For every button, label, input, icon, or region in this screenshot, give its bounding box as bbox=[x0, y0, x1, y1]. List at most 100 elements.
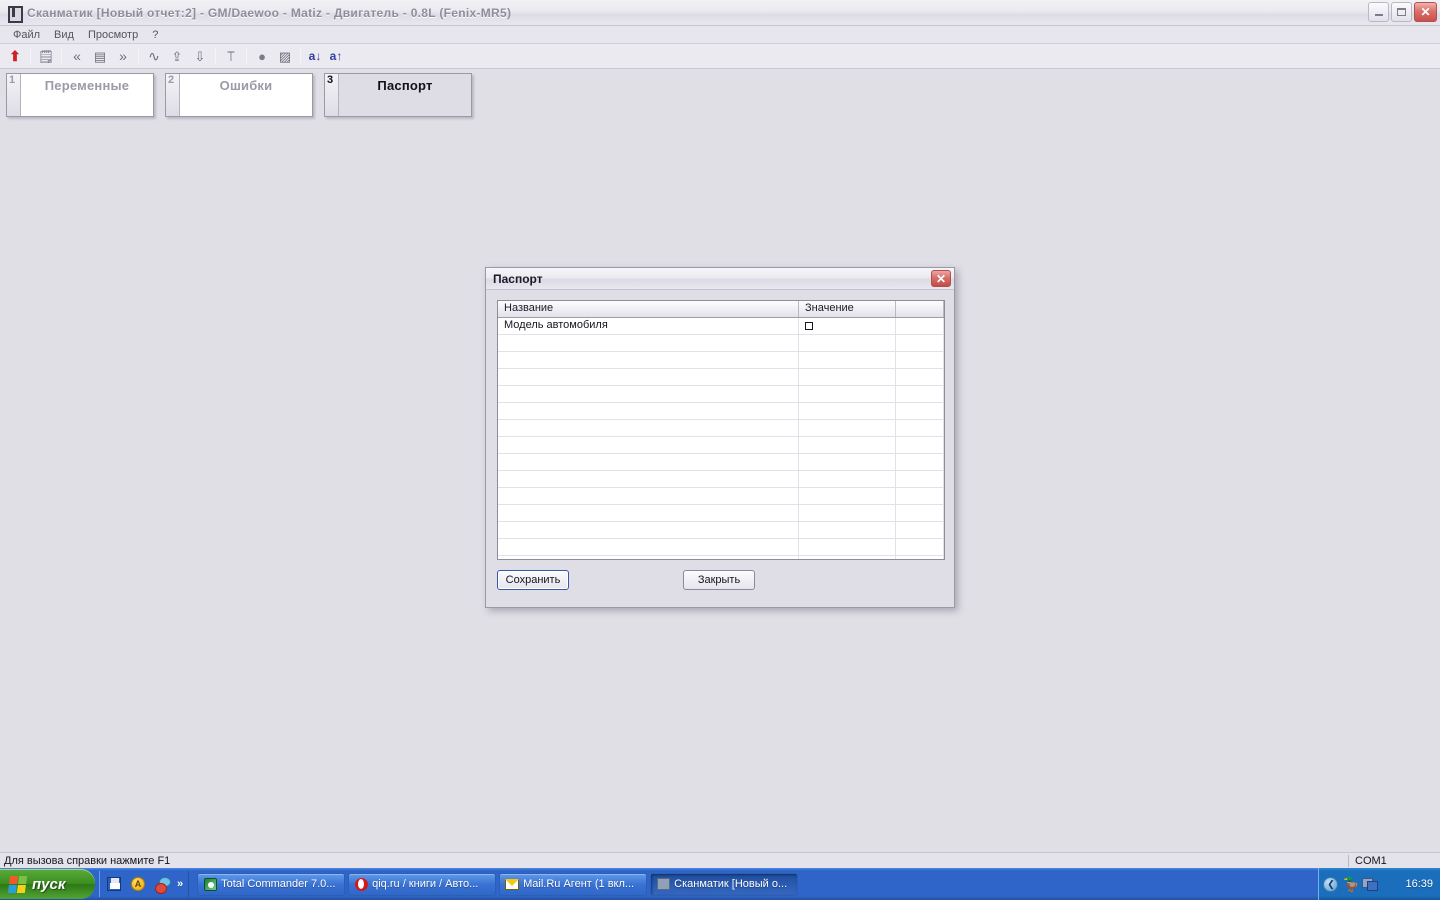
dialog-close-button[interactable]: ✕ bbox=[931, 270, 951, 287]
font-increase-icon[interactable]: a↑ bbox=[326, 46, 346, 67]
dialog-titlebar[interactable]: Паспорт ✕ bbox=[486, 268, 954, 290]
cell-name[interactable] bbox=[498, 454, 799, 470]
cell-value[interactable] bbox=[799, 522, 896, 538]
cell-value[interactable] bbox=[799, 454, 896, 470]
task-button-scanmatik[interactable]: Сканматик [Новый о... bbox=[650, 872, 799, 896]
cell-value[interactable] bbox=[799, 539, 896, 555]
next-page-icon[interactable]: » bbox=[112, 46, 134, 67]
tab-errors[interactable]: 2 Ошибки bbox=[165, 73, 313, 117]
network-icon[interactable] bbox=[1362, 876, 1378, 892]
menu-item-view[interactable]: Вид bbox=[47, 28, 81, 42]
edit-report-icon[interactable]: 🗒 bbox=[35, 46, 57, 67]
cell-name[interactable] bbox=[498, 471, 799, 487]
cell-value[interactable] bbox=[799, 556, 896, 559]
cell-name[interactable] bbox=[498, 522, 799, 538]
cell-name[interactable] bbox=[498, 369, 799, 385]
upload-arrow-icon[interactable]: ⬆ bbox=[4, 46, 26, 67]
cell-value[interactable] bbox=[799, 505, 896, 521]
table-row[interactable] bbox=[498, 352, 944, 369]
task-button-opera[interactable]: qiq.ru / книги / Авто... bbox=[348, 872, 497, 896]
cell-extra[interactable] bbox=[896, 454, 944, 470]
cell-name[interactable]: Модель автомобиля bbox=[498, 318, 799, 334]
table-row[interactable] bbox=[498, 454, 944, 471]
window-titlebar[interactable]: Сканматик [Новый отчет:2] - GM/Daewoo - … bbox=[0, 0, 1440, 26]
cell-name[interactable] bbox=[498, 352, 799, 368]
cell-extra[interactable] bbox=[896, 522, 944, 538]
cell-value[interactable] bbox=[799, 318, 896, 334]
cell-value[interactable] bbox=[799, 386, 896, 402]
start-button[interactable]: пуск bbox=[0, 869, 95, 899]
close-dialog-button[interactable]: Закрыть bbox=[683, 570, 755, 590]
cell-extra[interactable] bbox=[896, 539, 944, 555]
cell-name[interactable] bbox=[498, 335, 799, 351]
maximize-button[interactable] bbox=[1391, 2, 1412, 22]
prev-page-icon[interactable]: « bbox=[66, 46, 88, 67]
table-row[interactable] bbox=[498, 471, 944, 488]
acrobat-icon[interactable]: A bbox=[128, 874, 148, 894]
cell-extra[interactable] bbox=[896, 352, 944, 368]
floppy-save-icon[interactable] bbox=[104, 874, 124, 894]
cell-name[interactable] bbox=[498, 488, 799, 504]
menu-item-preview[interactable]: Просмотр bbox=[81, 28, 145, 42]
record-icon[interactable]: ● bbox=[251, 46, 273, 67]
table-row[interactable] bbox=[498, 488, 944, 505]
pencil-icon[interactable] bbox=[1382, 876, 1398, 892]
cell-name[interactable] bbox=[498, 420, 799, 436]
waveform-icon[interactable]: ∿ bbox=[143, 46, 165, 67]
add-channel-icon[interactable]: ⇪ bbox=[166, 46, 188, 67]
list-view-icon[interactable]: ▤ bbox=[89, 46, 111, 67]
minimize-button[interactable] bbox=[1368, 2, 1389, 22]
close-button[interactable]: ✕ bbox=[1414, 2, 1437, 22]
column-header-name[interactable]: Название bbox=[498, 301, 799, 317]
table-row[interactable] bbox=[498, 386, 944, 403]
cell-value[interactable] bbox=[799, 471, 896, 487]
snapshot-icon[interactable]: ▨ bbox=[274, 46, 296, 67]
table-row[interactable]: Модель автомобиля bbox=[498, 318, 944, 335]
table-row[interactable] bbox=[498, 522, 944, 539]
tab-passport[interactable]: 3 Паспорт bbox=[324, 73, 472, 117]
passport-grid[interactable]: Название Значение Модель автомобиля bbox=[497, 300, 945, 560]
cell-name[interactable] bbox=[498, 403, 799, 419]
chevron-left-icon[interactable]: ❮ bbox=[1323, 876, 1339, 892]
cell-value[interactable] bbox=[799, 352, 896, 368]
cell-extra[interactable] bbox=[896, 318, 944, 334]
cell-value[interactable] bbox=[799, 437, 896, 453]
quick-launch-expand-icon[interactable]: » bbox=[177, 878, 183, 890]
cell-extra[interactable] bbox=[896, 556, 944, 559]
cell-extra[interactable] bbox=[896, 420, 944, 436]
cell-value[interactable] bbox=[799, 420, 896, 436]
cell-name[interactable] bbox=[498, 505, 799, 521]
tab-variables[interactable]: 1 Переменные bbox=[6, 73, 154, 117]
cell-extra[interactable] bbox=[896, 369, 944, 385]
table-row[interactable] bbox=[498, 539, 944, 556]
remove-channel-icon[interactable]: ⇩ bbox=[189, 46, 211, 67]
table-row[interactable] bbox=[498, 505, 944, 522]
mixer-icon[interactable] bbox=[152, 874, 172, 894]
column-header-value[interactable]: Значение bbox=[799, 301, 896, 317]
cell-name[interactable] bbox=[498, 539, 799, 555]
cell-name[interactable] bbox=[498, 556, 799, 559]
cell-extra[interactable] bbox=[896, 505, 944, 521]
cell-extra[interactable] bbox=[896, 386, 944, 402]
save-button[interactable]: Сохранить bbox=[497, 570, 569, 590]
clock[interactable]: 16:39 bbox=[1405, 878, 1433, 890]
cell-extra[interactable] bbox=[896, 403, 944, 419]
column-header-extra[interactable] bbox=[896, 301, 944, 317]
task-button-total-commander[interactable]: Total Commander 7.0... bbox=[197, 872, 346, 896]
task-button-mailru-agent[interactable]: Mail.Ru Агент (1 вкл... bbox=[499, 872, 648, 896]
menu-item-file[interactable]: Файл bbox=[6, 28, 47, 42]
menu-item-help[interactable]: ? bbox=[145, 28, 165, 42]
cell-extra[interactable] bbox=[896, 437, 944, 453]
table-row[interactable] bbox=[498, 420, 944, 437]
cell-name[interactable] bbox=[498, 386, 799, 402]
table-row[interactable] bbox=[498, 556, 944, 559]
cell-extra[interactable] bbox=[896, 335, 944, 351]
cell-value[interactable] bbox=[799, 369, 896, 385]
cell-extra[interactable] bbox=[896, 488, 944, 504]
table-row[interactable] bbox=[498, 335, 944, 352]
cell-value[interactable] bbox=[799, 403, 896, 419]
cell-extra[interactable] bbox=[896, 471, 944, 487]
cell-value[interactable] bbox=[799, 335, 896, 351]
table-row[interactable] bbox=[498, 437, 944, 454]
trigger-icon[interactable]: ⟙ bbox=[220, 46, 242, 67]
